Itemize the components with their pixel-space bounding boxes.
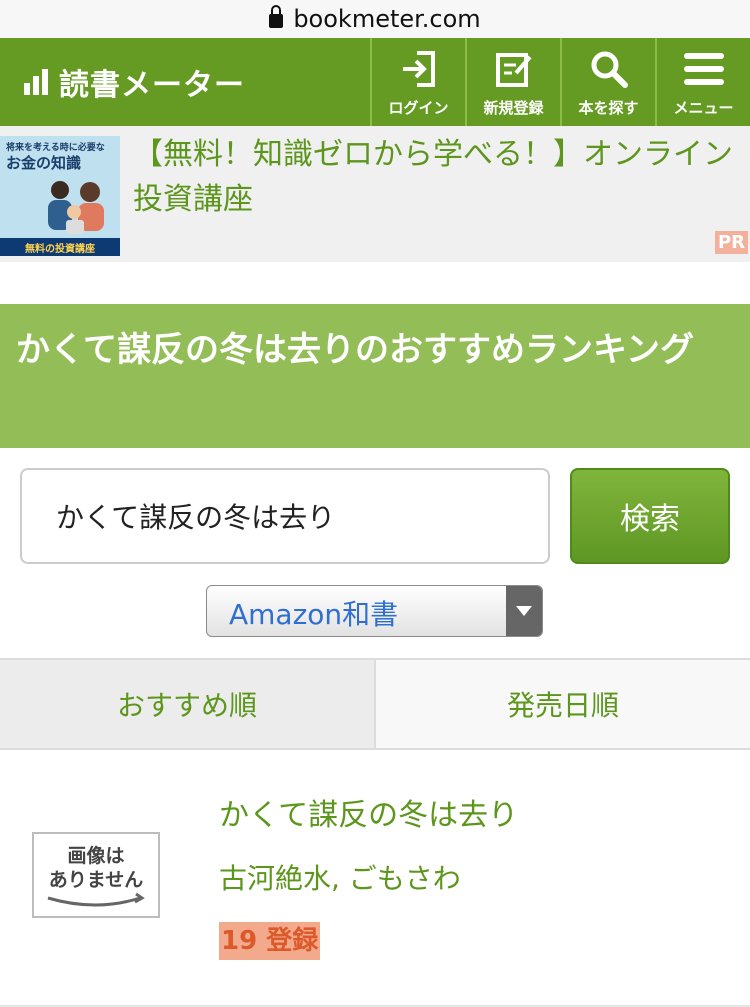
login-icon bbox=[402, 50, 435, 87]
register-label: 新規登録 bbox=[483, 98, 544, 117]
register-icon bbox=[495, 52, 532, 87]
menu-label: メニュー bbox=[673, 98, 734, 117]
result-author[interactable]: 古河絶水, ごもさわ bbox=[219, 857, 461, 897]
sort-tabs: おすすめ順 発売日順 bbox=[0, 658, 750, 750]
ad-text[interactable]: 【無料！知識ゼロから学べる！】オンライン投資講座 bbox=[133, 132, 743, 222]
site-header: 読書メーター ログイン 新規登録 本を探す メニュー bbox=[0, 38, 750, 126]
find-book-label: 本を探す bbox=[578, 98, 639, 117]
chevron-down-icon bbox=[506, 586, 542, 636]
login-button[interactable]: ログイン bbox=[370, 38, 465, 126]
menu-icon bbox=[683, 52, 724, 85]
result-title[interactable]: かくて謀反の冬は去り bbox=[219, 790, 518, 834]
pr-badge: PR bbox=[714, 231, 748, 254]
site-logo[interactable]: 読書メーター bbox=[0, 38, 370, 126]
source-select[interactable]: Amazon和書 bbox=[206, 585, 543, 637]
family-illustration bbox=[48, 181, 104, 234]
cover-text-2: ありません bbox=[49, 869, 143, 891]
ad-thumb-heading: お金の知識 bbox=[6, 154, 82, 172]
ad-thumbnail[interactable]: 将来を考える時に必要な お金の知識 無料の投資講座 bbox=[0, 136, 120, 256]
tab-recommended[interactable]: おすすめ順 bbox=[0, 660, 374, 748]
login-label: ログイン bbox=[388, 98, 449, 117]
cover-text-1: 画像は bbox=[67, 844, 124, 867]
find-book-button[interactable]: 本を探す bbox=[560, 38, 655, 126]
logo-text: 読書メーター bbox=[59, 68, 245, 103]
ad-thumb-band: 無料の投資講座 bbox=[0, 238, 120, 256]
lock-icon bbox=[269, 5, 284, 28]
no-image-cover[interactable]: 画像は ありません bbox=[32, 832, 160, 918]
search-button[interactable]: 検索 bbox=[570, 468, 730, 564]
register-button[interactable]: 新規登録 bbox=[465, 38, 560, 126]
source-select-value: Amazon和書 bbox=[229, 598, 399, 631]
logo-bars-icon bbox=[24, 69, 51, 95]
register-count-badge: 19 登録 bbox=[219, 922, 321, 960]
search-icon bbox=[591, 51, 628, 88]
url-domain: bookmeter.com bbox=[293, 5, 481, 33]
ad-banner[interactable]: 将来を考える時に必要な お金の知識 無料の投資講座 【無料！知識ゼロから学べる！… bbox=[0, 126, 750, 262]
tab-release-date[interactable]: 発売日順 bbox=[374, 660, 750, 748]
menu-button[interactable]: メニュー bbox=[655, 38, 750, 126]
search-input[interactable] bbox=[20, 468, 550, 564]
browser-url-bar[interactable]: bookmeter.com bbox=[0, 0, 750, 38]
page-title: かくて謀反の冬は去りのおすすめランキング bbox=[0, 304, 750, 448]
